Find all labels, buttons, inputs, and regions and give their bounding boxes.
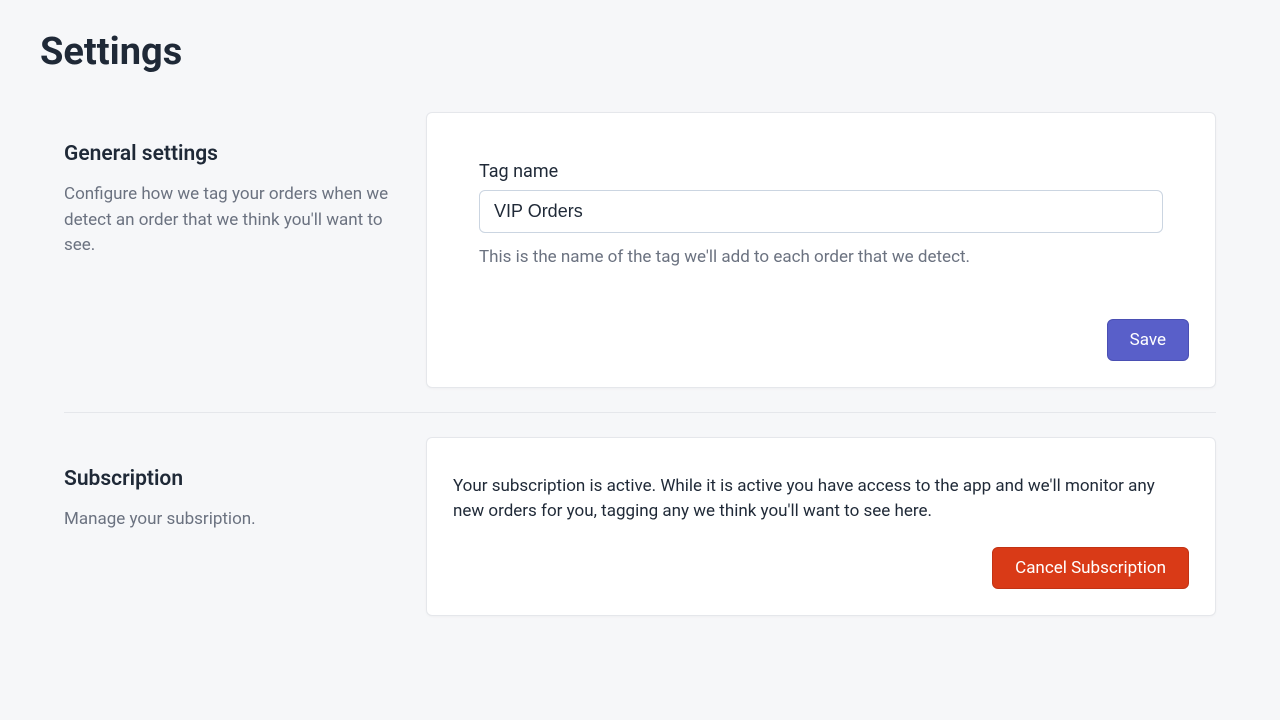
general-heading: General settings [64, 142, 394, 166]
subscription-status: Your subscription is active. While it is… [453, 474, 1189, 525]
subscription-description: Manage your subsription. [64, 507, 394, 533]
general-card: Tag name This is the name of the tag we'… [426, 112, 1216, 388]
tag-name-help: This is the name of the tag we'll add to… [479, 245, 1163, 271]
subscription-heading: Subscription [64, 467, 394, 491]
tag-name-label: Tag name [479, 161, 1163, 182]
cancel-subscription-button[interactable]: Cancel Subscription [992, 547, 1189, 589]
general-description: Configure how we tag your orders when we… [64, 182, 394, 259]
page-title: Settings [40, 30, 1240, 74]
subscription-card: Your subscription is active. While it is… [426, 437, 1216, 616]
tag-name-input[interactable] [479, 190, 1163, 233]
section-general: General settings Configure how we tag yo… [40, 112, 1240, 388]
section-divider [64, 412, 1216, 413]
save-button[interactable]: Save [1107, 319, 1189, 361]
section-subscription: Subscription Manage your subsription. Yo… [40, 437, 1240, 616]
